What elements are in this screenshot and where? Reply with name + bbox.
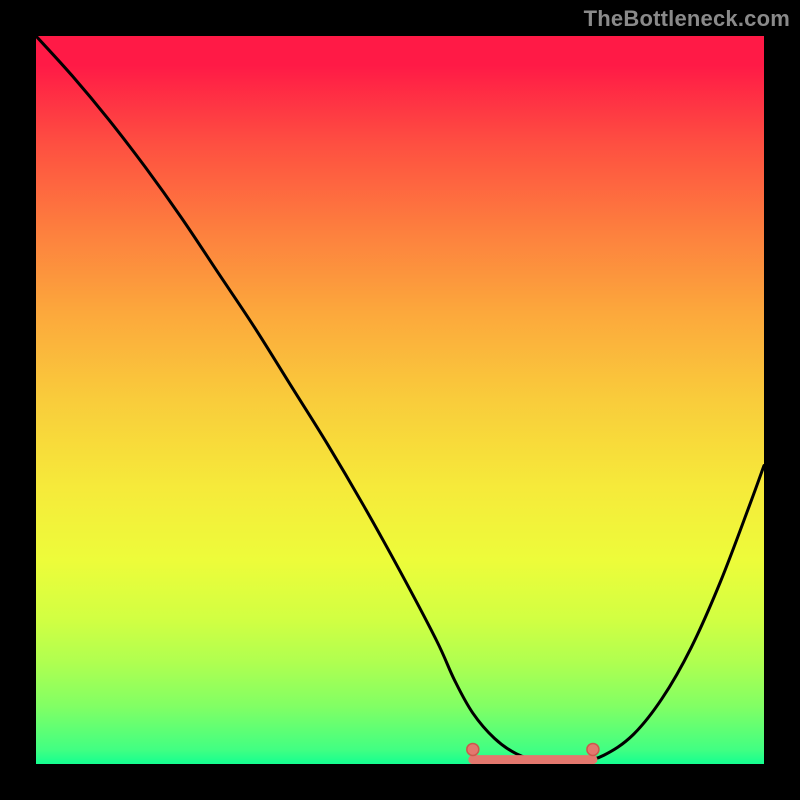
flat-start-marker	[467, 743, 479, 755]
chart-frame	[36, 36, 764, 764]
watermark-text: TheBottleneck.com	[584, 6, 790, 32]
bottleneck-curve-path	[36, 36, 764, 762]
bottleneck-curve-svg	[36, 36, 764, 764]
flat-end-marker	[587, 743, 599, 755]
